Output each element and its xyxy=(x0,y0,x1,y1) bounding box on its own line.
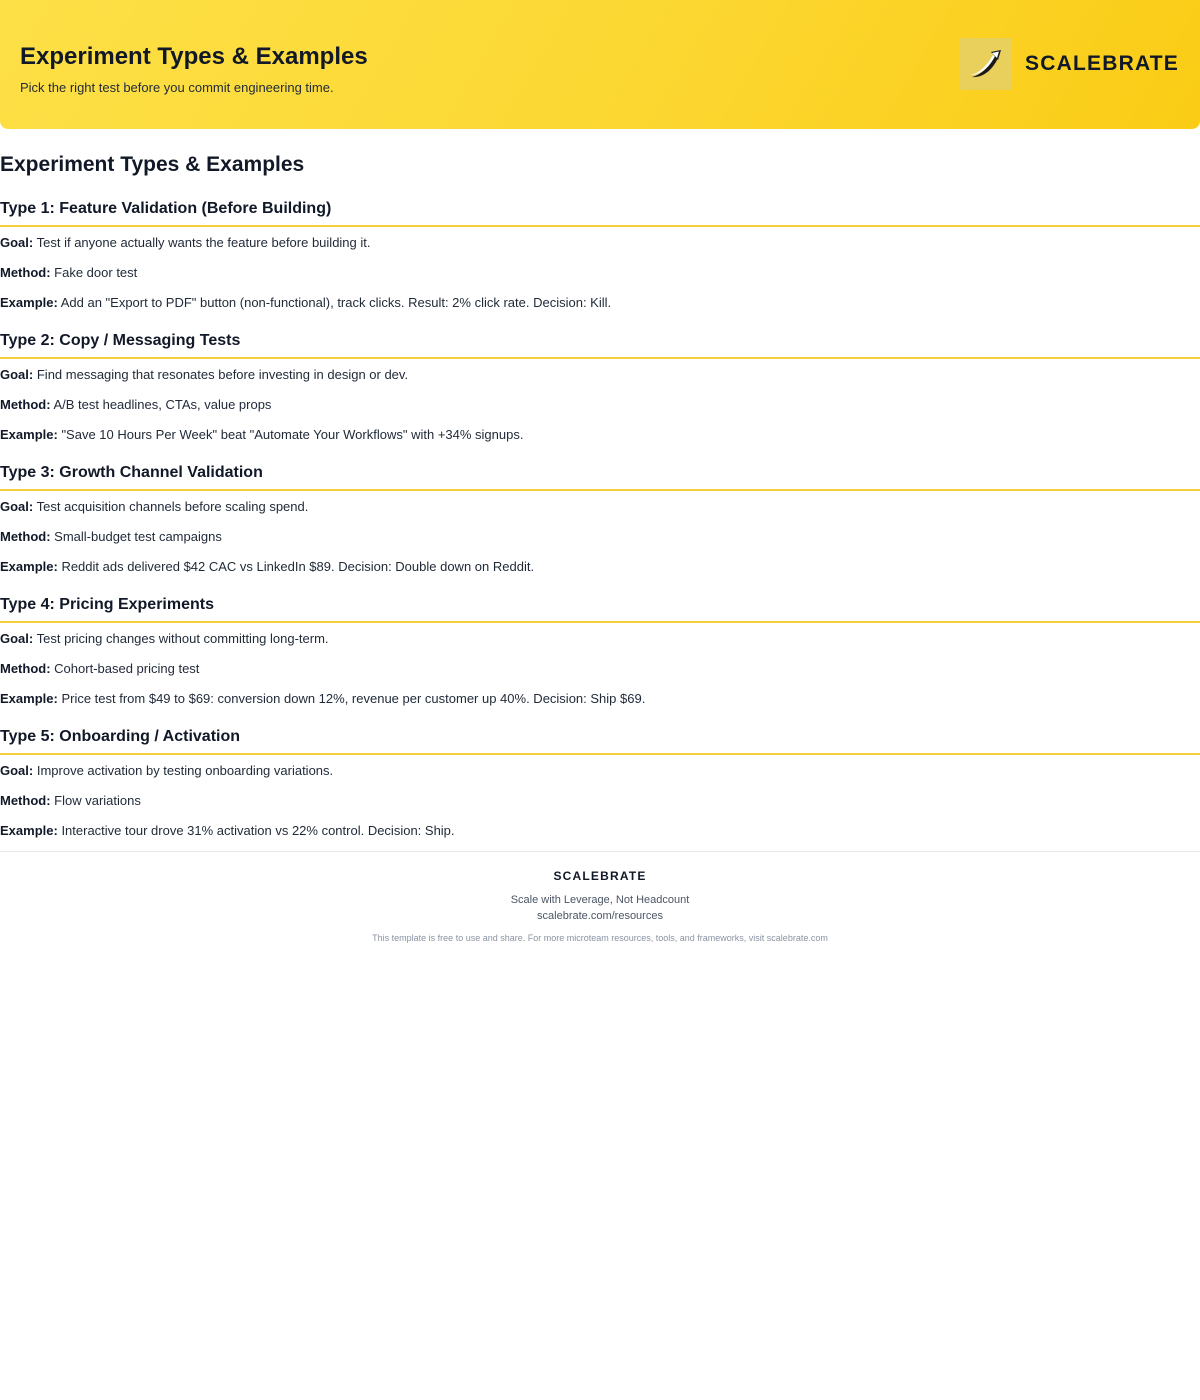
goal-label: Goal: xyxy=(0,631,34,646)
experiment-sections: Type 1: Feature Validation (Before Build… xyxy=(0,198,1200,858)
example-field: Example: "Save 10 Hours Per Week" beat "… xyxy=(0,427,1200,443)
goal-field: Goal: Test pricing changes without commi… xyxy=(0,631,1200,647)
method-field: Method: Flow variations xyxy=(0,793,1200,809)
example-field: Example: Price test from $49 to $69: con… xyxy=(0,691,1200,707)
example-label: Example: xyxy=(0,295,58,310)
section-heading: Type 4: Pricing Experiments xyxy=(0,594,1200,623)
method-label: Method: xyxy=(0,661,51,676)
example-field: Example: Add an "Export to PDF" button (… xyxy=(0,295,1200,311)
experiment-section: Type 4: Pricing Experiments Goal: Test pr… xyxy=(0,594,1200,726)
goal-field: Goal: Test if anyone actually wants the … xyxy=(0,235,1200,251)
goal-label: Goal: xyxy=(0,499,34,514)
experiment-section: Type 2: Copy / Messaging Tests Goal: Find… xyxy=(0,330,1200,462)
goal-field: Goal: Find messaging that resonates befo… xyxy=(0,367,1200,383)
method-value: A/B test headlines, CTAs, value props xyxy=(53,397,272,412)
method-label: Method: xyxy=(0,265,51,280)
method-field: Method: Cohort-based pricing test xyxy=(0,661,1200,677)
method-field: Method: A/B test headlines, CTAs, value … xyxy=(0,397,1200,413)
header-title: Experiment Types & Examples xyxy=(20,43,368,70)
method-field: Method: Small-budget test campaigns xyxy=(0,529,1200,545)
method-value: Cohort-based pricing test xyxy=(54,661,200,676)
method-label: Method: xyxy=(0,793,51,808)
goal-value: Test if anyone actually wants the featur… xyxy=(36,235,371,250)
section-heading: Type 3: Growth Channel Validation xyxy=(0,462,1200,491)
goal-label: Goal: xyxy=(0,367,34,382)
goal-label: Goal: xyxy=(0,763,34,778)
method-value: Small-budget test campaigns xyxy=(54,529,222,544)
section-heading: Type 1: Feature Validation (Before Build… xyxy=(0,198,1200,227)
goal-value: Find messaging that resonates before inv… xyxy=(36,367,409,382)
example-label: Example: xyxy=(0,559,58,574)
example-value: Add an "Export to PDF" button (non-funct… xyxy=(60,295,612,310)
goal-value: Test acquisition channels before scaling… xyxy=(36,499,309,514)
example-label: Example: xyxy=(0,427,58,442)
method-label: Method: xyxy=(0,397,51,412)
example-field: Example: Reddit ads delivered $42 CAC vs… xyxy=(0,559,1200,575)
goal-field: Goal: Improve activation by testing onbo… xyxy=(0,763,1200,779)
experiment-section: Type 3: Growth Channel Validation Goal: T… xyxy=(0,462,1200,594)
document-title: Experiment Types & Examples xyxy=(0,153,305,176)
brand: SCALEBRATE xyxy=(960,38,1179,90)
example-value: "Save 10 Hours Per Week" beat "Automate … xyxy=(61,427,524,442)
footer-brand: SCALEBRATE xyxy=(553,869,647,883)
example-value: Price test from $49 to $69: conversion d… xyxy=(61,691,646,706)
method-label: Method: xyxy=(0,529,51,544)
footer: SCALEBRATE Scale with Leverage, Not Head… xyxy=(0,851,1200,944)
experiment-section: Type 5: Onboarding / Activation Goal: Imp… xyxy=(0,726,1200,858)
example-value: Interactive tour drove 31% activation vs… xyxy=(61,823,455,838)
goal-value: Test pricing changes without committing … xyxy=(36,631,329,646)
goal-value: Improve activation by testing onboarding… xyxy=(36,763,334,778)
section-heading: Type 5: Onboarding / Activation xyxy=(0,726,1200,755)
brand-name: SCALEBRATE xyxy=(1025,52,1179,75)
example-field: Example: Interactive tour drove 31% acti… xyxy=(0,823,1200,839)
method-value: Flow variations xyxy=(54,793,141,808)
example-label: Example: xyxy=(0,823,58,838)
experiment-section: Type 1: Feature Validation (Before Build… xyxy=(0,198,1200,330)
header-subtitle: Pick the right test before you commit en… xyxy=(20,80,334,95)
brand-logo xyxy=(960,38,1013,90)
method-field: Method: Fake door test xyxy=(0,265,1200,281)
goal-field: Goal: Test acquisition channels before s… xyxy=(0,499,1200,515)
footer-url: scalebrate.com/resources xyxy=(537,910,663,922)
footer-tagline: Scale with Leverage, Not Headcount xyxy=(510,894,690,906)
header-banner: Experiment Types & Examples Pick the rig… xyxy=(0,0,1200,129)
example-label: Example: xyxy=(0,691,58,706)
example-value: Reddit ads delivered $42 CAC vs LinkedIn… xyxy=(61,559,535,574)
method-value: Fake door test xyxy=(54,265,138,280)
goal-label: Goal: xyxy=(0,235,34,250)
section-heading: Type 2: Copy / Messaging Tests xyxy=(0,330,1200,359)
rising-arrow-icon xyxy=(971,50,1002,78)
footer-note: This template is free to use and share. … xyxy=(372,933,828,943)
